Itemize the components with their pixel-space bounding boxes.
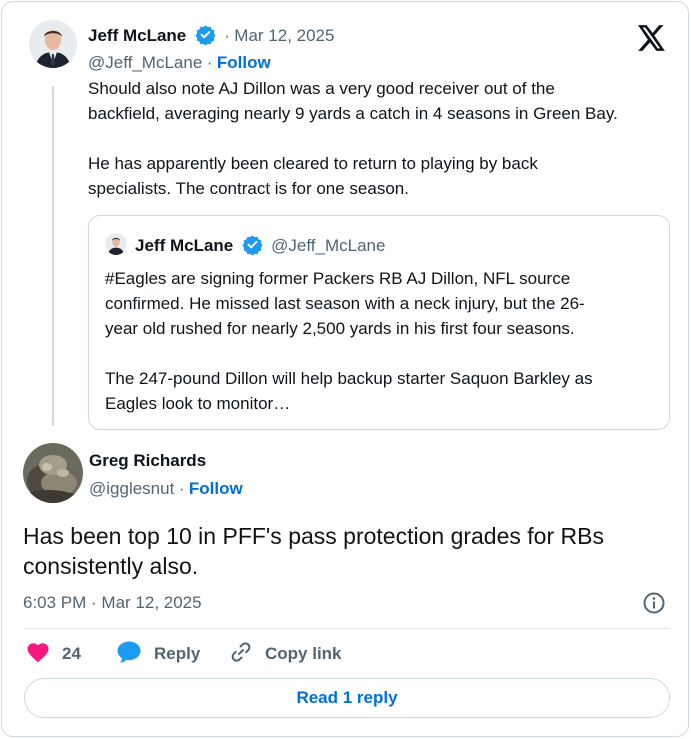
quoted-text-line: year old rushed for nearly 2,500 yards i… [105,319,575,338]
reply-button[interactable]: Reply [116,640,201,669]
embedded-tweet-card: Jeff McLane · Mar 12, 2025 @Jeff_McLane … [1,1,689,737]
quoted-author-avatar [105,233,127,255]
heart-icon [26,641,50,668]
action-divider [24,628,670,629]
quoted-text-line: The 247-pound Dillon will help backup st… [105,369,593,388]
parent-author-name[interactable]: Jeff McLane [88,26,186,45]
quoted-author-handle: @Jeff_McLane [271,236,386,255]
follow-jeff-button[interactable]: Follow [217,53,271,72]
verified-badge-icon [242,234,263,256]
jeff-mclane-avatar[interactable] [29,20,77,68]
main-author-name[interactable]: Greg Richards [89,451,206,470]
main-tweet-text: Has been top 10 in PFF's pass protection… [23,521,673,581]
like-count: 24 [62,644,81,663]
read-replies-label: Read 1 reply [296,688,398,707]
parent-tweet-header: Jeff McLane · Mar 12, 2025 [88,24,335,46]
copy-link-label: Copy link [265,644,342,663]
quoted-tweet-card[interactable]: Jeff McLane @Jeff_McLane #Eagles are sig… [88,215,670,430]
quoted-text-line: #Eagles are signing former Packers RB AJ… [105,269,571,288]
parent-tweet-subheader: @Jeff_McLane · Follow [88,53,271,72]
follow-greg-button[interactable]: Follow [189,479,243,498]
parent-author-handle[interactable]: @Jeff_McLane [88,53,202,72]
thread-connector-line [52,86,54,426]
tweet-timestamp[interactable]: 6:03 PM · Mar 12, 2025 [23,593,202,613]
parent-text-line: He has apparently been cleared to return… [88,154,538,173]
quoted-text-line: Eagles look to monitor… [105,394,291,413]
main-text-line: consistently also. [23,553,199,579]
reply-label: Reply [154,644,201,663]
parent-text-line: backfield, averaging nearly 9 yards a ca… [88,104,618,123]
copy-link-button[interactable]: Copy link [229,640,342,669]
speech-bubble-icon [116,640,142,669]
verified-badge-icon [195,24,216,46]
quoted-author-name: Jeff McLane [135,236,234,255]
quoted-tweet-text: #Eagles are signing former Packers RB AJ… [105,266,665,416]
parent-text-line: specialists. The contract is for one sea… [88,179,409,198]
main-tweet-header: Greg Richards [89,451,206,471]
info-icon[interactable] [642,591,666,615]
link-icon [229,640,253,669]
main-author-handle[interactable]: @igglesnut [89,479,174,498]
main-tweet-subheader: @igglesnut · Follow [89,479,243,498]
parent-tweet-date[interactable]: Mar 12, 2025 [234,26,334,45]
greg-richards-avatar[interactable] [23,443,83,503]
parent-tweet-text: Should also note AJ Dillon was a very go… [88,76,678,201]
x-logo-icon[interactable] [638,25,666,51]
read-replies-button[interactable]: Read 1 reply [24,678,670,718]
quoted-text-line: confirmed. He missed last season with a … [105,294,585,313]
quoted-tweet-header: Jeff McLane @Jeff_McLane [135,234,385,256]
parent-text-line: Should also note AJ Dillon was a very go… [88,79,555,98]
main-text-line: Has been top 10 in PFF's pass protection… [23,523,604,549]
like-button[interactable]: 24 [26,642,81,666]
